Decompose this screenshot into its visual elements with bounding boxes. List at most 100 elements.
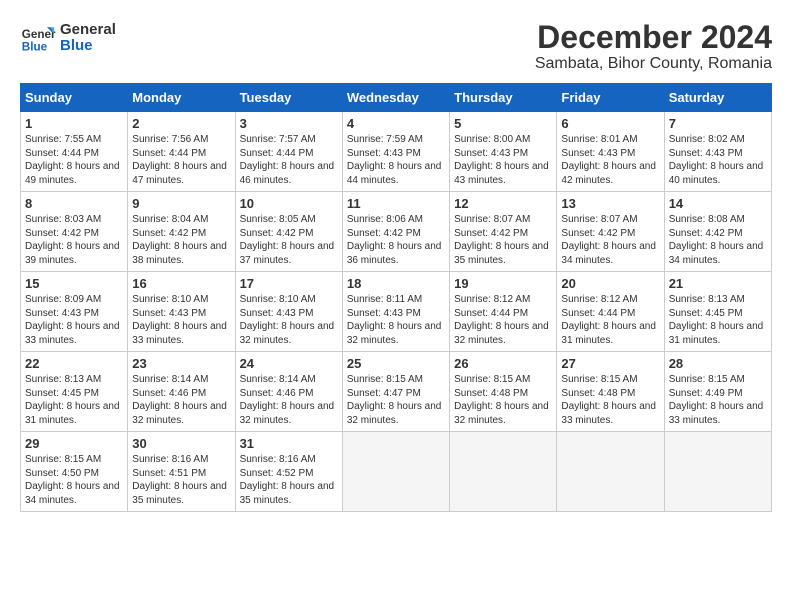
page-title: December 2024	[535, 20, 772, 55]
day-number: 31	[240, 436, 338, 451]
calendar-cell	[664, 432, 771, 512]
calendar-cell: 31 Sunrise: 8:16 AM Sunset: 4:52 PM Dayli…	[235, 432, 342, 512]
calendar-cell: 4 Sunrise: 7:59 AM Sunset: 4:43 PM Daylig…	[342, 112, 449, 192]
calendar-cell: 28 Sunrise: 8:15 AM Sunset: 4:49 PM Dayli…	[664, 352, 771, 432]
day-number: 19	[454, 276, 552, 291]
calendar-cell: 13 Sunrise: 8:07 AM Sunset: 4:42 PM Dayli…	[557, 192, 664, 272]
title-block: December 2024 Sambata, Bihor County, Rom…	[535, 20, 772, 73]
day-number: 8	[25, 196, 123, 211]
day-info: Sunrise: 8:01 AM Sunset: 4:43 PM Dayligh…	[561, 133, 659, 187]
col-header-friday: Friday	[557, 84, 664, 112]
calendar-cell: 12Sunrise: 8:07 AM Sunset: 4:42 PM Dayli…	[450, 192, 557, 272]
calendar-cell: 14 Sunrise: 8:08 AM Sunset: 4:42 PM Dayli…	[664, 192, 771, 272]
calendar-cell: 24 Sunrise: 8:14 AM Sunset: 4:46 PM Dayli…	[235, 352, 342, 432]
calendar-cell: 5 Sunrise: 8:00 AM Sunset: 4:43 PM Daylig…	[450, 112, 557, 192]
day-number: 2	[132, 116, 230, 131]
col-header-saturday: Saturday	[664, 84, 771, 112]
day-info: Sunrise: 8:10 AM Sunset: 4:43 PM Dayligh…	[132, 293, 230, 347]
calendar-cell: 21 Sunrise: 8:13 AM Sunset: 4:45 PM Dayli…	[664, 272, 771, 352]
col-header-thursday: Thursday	[450, 84, 557, 112]
day-info: Sunrise: 7:57 AM Sunset: 4:44 PM Dayligh…	[240, 133, 338, 187]
day-info: Sunrise: 8:12 AM Sunset: 4:44 PM Dayligh…	[561, 293, 659, 347]
day-info: Sunrise: 8:06 AM Sunset: 4:42 PM Dayligh…	[347, 213, 445, 267]
calendar-cell: 11 Sunrise: 8:06 AM Sunset: 4:42 PM Dayli…	[342, 192, 449, 272]
day-info: Sunrise: 7:59 AM Sunset: 4:43 PM Dayligh…	[347, 133, 445, 187]
day-info: Sunrise: 8:08 AM Sunset: 4:42 PM Dayligh…	[669, 213, 767, 267]
calendar-cell: 16Sunrise: 8:10 AM Sunset: 4:43 PM Dayli…	[128, 272, 235, 352]
day-info: Sunrise: 8:15 AM Sunset: 4:50 PM Dayligh…	[25, 453, 123, 507]
day-info: Sunrise: 8:14 AM Sunset: 4:46 PM Dayligh…	[132, 373, 230, 427]
day-number: 22	[25, 356, 123, 371]
day-info: Sunrise: 8:00 AM Sunset: 4:43 PM Dayligh…	[454, 133, 552, 187]
day-number: 29	[25, 436, 123, 451]
day-number: 18	[347, 276, 445, 291]
day-number: 15	[25, 276, 123, 291]
day-number: 5	[454, 116, 552, 131]
day-number: 3	[240, 116, 338, 131]
day-info: Sunrise: 8:03 AM Sunset: 4:42 PM Dayligh…	[25, 213, 123, 267]
day-info: Sunrise: 8:15 AM Sunset: 4:48 PM Dayligh…	[454, 373, 552, 427]
day-info: Sunrise: 8:10 AM Sunset: 4:43 PM Dayligh…	[240, 293, 338, 347]
day-number: 23	[132, 356, 230, 371]
day-info: Sunrise: 8:15 AM Sunset: 4:47 PM Dayligh…	[347, 373, 445, 427]
calendar-cell: 10 Sunrise: 8:05 AM Sunset: 4:42 PM Dayli…	[235, 192, 342, 272]
calendar-cell: 9Sunrise: 8:04 AM Sunset: 4:42 PM Daylig…	[128, 192, 235, 272]
col-header-monday: Monday	[128, 84, 235, 112]
day-info: Sunrise: 8:16 AM Sunset: 4:52 PM Dayligh…	[240, 453, 338, 507]
calendar-week-row: 29 Sunrise: 8:15 AM Sunset: 4:50 PM Dayli…	[21, 432, 772, 512]
col-header-wednesday: Wednesday	[342, 84, 449, 112]
day-number: 28	[669, 356, 767, 371]
day-number: 21	[669, 276, 767, 291]
day-number: 13	[561, 196, 659, 211]
calendar-cell: 2 Sunrise: 7:56 AM Sunset: 4:44 PM Daylig…	[128, 112, 235, 192]
day-info: Sunrise: 8:11 AM Sunset: 4:43 PM Dayligh…	[347, 293, 445, 347]
day-number: 26	[454, 356, 552, 371]
calendar-cell: 15 Sunrise: 8:09 AM Sunset: 4:43 PM Dayli…	[21, 272, 128, 352]
calendar-cell: 3 Sunrise: 7:57 AM Sunset: 4:44 PM Daylig…	[235, 112, 342, 192]
day-info: Sunrise: 8:02 AM Sunset: 4:43 PM Dayligh…	[669, 133, 767, 187]
day-number: 30	[132, 436, 230, 451]
day-number: 24	[240, 356, 338, 371]
day-number: 7	[669, 116, 767, 131]
day-info: Sunrise: 8:13 AM Sunset: 4:45 PM Dayligh…	[669, 293, 767, 347]
logo-blue: Blue	[60, 38, 116, 55]
day-info: Sunrise: 7:55 AM Sunset: 4:44 PM Dayligh…	[25, 133, 123, 187]
calendar-cell: 22 Sunrise: 8:13 AM Sunset: 4:45 PM Dayli…	[21, 352, 128, 432]
day-info: Sunrise: 7:56 AM Sunset: 4:44 PM Dayligh…	[132, 133, 230, 187]
calendar-week-row: 8 Sunrise: 8:03 AM Sunset: 4:42 PM Daylig…	[21, 192, 772, 272]
day-info: Sunrise: 8:14 AM Sunset: 4:46 PM Dayligh…	[240, 373, 338, 427]
day-info: Sunrise: 8:13 AM Sunset: 4:45 PM Dayligh…	[25, 373, 123, 427]
calendar-cell: 19 Sunrise: 8:12 AM Sunset: 4:44 PM Dayli…	[450, 272, 557, 352]
day-info: Sunrise: 8:07 AM Sunset: 4:42 PM Dayligh…	[561, 213, 659, 267]
logo-icon: General Blue	[20, 20, 56, 56]
day-number: 17	[240, 276, 338, 291]
logo: General Blue General Blue	[20, 20, 116, 56]
day-number: 11	[347, 196, 445, 211]
calendar-cell: 18 Sunrise: 8:11 AM Sunset: 4:43 PM Dayli…	[342, 272, 449, 352]
day-info: Sunrise: 8:16 AM Sunset: 4:51 PM Dayligh…	[132, 453, 230, 507]
day-number: 4	[347, 116, 445, 131]
day-number: 25	[347, 356, 445, 371]
page-header: General Blue General Blue December 2024 …	[20, 20, 772, 73]
page-subtitle: Sambata, Bihor County, Romania	[535, 55, 772, 73]
calendar-cell: 27 Sunrise: 8:15 AM Sunset: 4:48 PM Dayli…	[557, 352, 664, 432]
calendar-cell	[450, 432, 557, 512]
day-number: 27	[561, 356, 659, 371]
day-number: 10	[240, 196, 338, 211]
calendar-cell: 20Sunrise: 8:12 AM Sunset: 4:44 PM Dayli…	[557, 272, 664, 352]
calendar-cell: 26 Sunrise: 8:15 AM Sunset: 4:48 PM Dayli…	[450, 352, 557, 432]
day-info: Sunrise: 8:05 AM Sunset: 4:42 PM Dayligh…	[240, 213, 338, 267]
day-number: 14	[669, 196, 767, 211]
svg-text:Blue: Blue	[22, 41, 48, 54]
calendar-cell: 29 Sunrise: 8:15 AM Sunset: 4:50 PM Dayli…	[21, 432, 128, 512]
day-info: Sunrise: 8:09 AM Sunset: 4:43 PM Dayligh…	[25, 293, 123, 347]
logo-general: General	[60, 22, 116, 39]
calendar-cell	[557, 432, 664, 512]
day-info: Sunrise: 8:15 AM Sunset: 4:49 PM Dayligh…	[669, 373, 767, 427]
day-number: 1	[25, 116, 123, 131]
day-info: Sunrise: 8:15 AM Sunset: 4:48 PM Dayligh…	[561, 373, 659, 427]
col-header-tuesday: Tuesday	[235, 84, 342, 112]
calendar-cell: 8 Sunrise: 8:03 AM Sunset: 4:42 PM Daylig…	[21, 192, 128, 272]
calendar-cell: 17 Sunrise: 8:10 AM Sunset: 4:43 PM Dayli…	[235, 272, 342, 352]
day-info: Sunrise: 8:12 AM Sunset: 4:44 PM Dayligh…	[454, 293, 552, 347]
